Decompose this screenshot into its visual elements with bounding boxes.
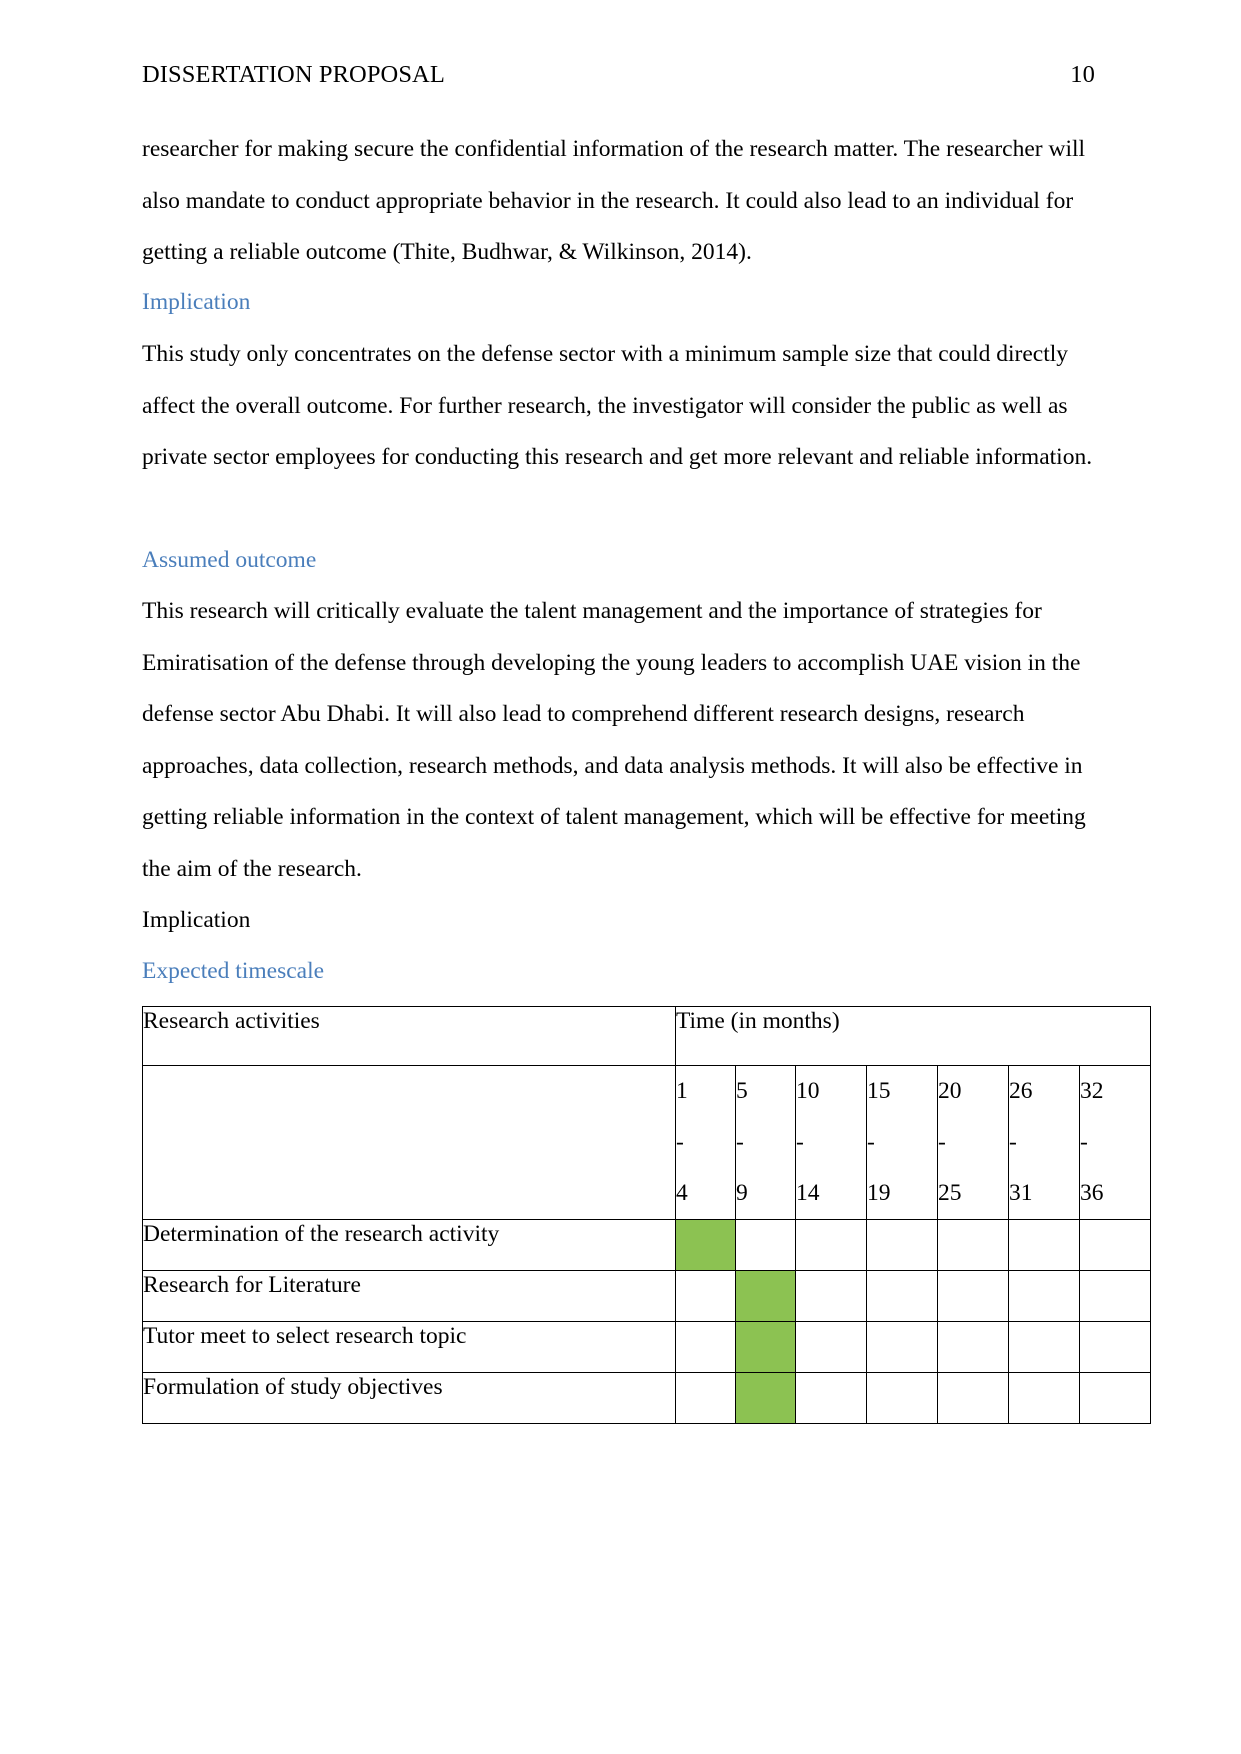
month-range-dash: - bbox=[796, 1129, 804, 1155]
month-range-cell: 26 - 31 bbox=[1008, 1065, 1080, 1220]
header-time-in-months: Time (in months) bbox=[674, 1006, 1152, 1066]
document-page: DISSERTATION PROPOSAL 10 researcher for … bbox=[0, 0, 1241, 1754]
month-range-start: 10 bbox=[796, 1078, 820, 1104]
paragraph-3: This research will critically evaluate t… bbox=[142, 586, 1097, 895]
table-row: Formulation of study objectives bbox=[142, 1372, 1152, 1424]
month-range-cell: 20 - 25 bbox=[937, 1065, 1009, 1220]
running-header: DISSERTATION PROPOSAL 10 bbox=[142, 61, 1097, 89]
heading-expected-timescale: Expected timescale bbox=[142, 958, 325, 984]
activity-label: Determination of the research activity bbox=[142, 1219, 676, 1271]
month-range-start: 32 bbox=[1080, 1078, 1104, 1104]
month-range-stack: 26 - 31 bbox=[1009, 1066, 1079, 1219]
month-range-dash: - bbox=[736, 1129, 744, 1155]
month-range-start: 20 bbox=[938, 1078, 962, 1104]
month-range-dash: - bbox=[1009, 1129, 1017, 1155]
month-range-row-blank-cell bbox=[142, 1065, 676, 1220]
document-title: DISSERTATION PROPOSAL bbox=[142, 61, 445, 88]
month-range-cell: 15 - 19 bbox=[866, 1065, 938, 1220]
paragraph-2: This study only concentrates on the defe… bbox=[142, 329, 1097, 484]
gantt-bar-cell bbox=[937, 1372, 1009, 1424]
month-range-cell: 32 - 36 bbox=[1078, 1065, 1152, 1220]
paragraph-1-text: researcher for making secure the confide… bbox=[142, 136, 1086, 265]
heading-implication: Implication bbox=[142, 289, 251, 315]
gantt-bar-cell bbox=[866, 1321, 938, 1373]
month-range-start: 26 bbox=[1009, 1078, 1033, 1104]
gantt-bar-cell bbox=[795, 1321, 867, 1373]
table-row: Tutor meet to select research topic bbox=[142, 1321, 1152, 1373]
gantt-bar-cell bbox=[937, 1270, 1009, 1322]
month-range-cell: 10 - 14 bbox=[795, 1065, 867, 1220]
gantt-bar-cell bbox=[866, 1219, 938, 1271]
gantt-bar-cell bbox=[795, 1372, 867, 1424]
gantt-bar-cell bbox=[1078, 1372, 1152, 1424]
month-range-end: 4 bbox=[676, 1180, 688, 1206]
gantt-bar-cell bbox=[1078, 1219, 1152, 1271]
gantt-bar-cell bbox=[937, 1219, 1009, 1271]
gantt-bar-cell bbox=[1008, 1372, 1080, 1424]
gantt-bar-cell bbox=[866, 1270, 938, 1322]
month-range-end: 25 bbox=[938, 1180, 962, 1206]
month-range-end: 31 bbox=[1009, 1180, 1033, 1206]
header-research-activities: Research activities bbox=[142, 1006, 676, 1066]
month-range-start: 5 bbox=[736, 1078, 748, 1104]
gantt-bar-cell bbox=[866, 1372, 938, 1424]
month-range-end: 9 bbox=[736, 1180, 748, 1206]
table-row: Research for Literature bbox=[142, 1270, 1152, 1322]
gantt-bar-cell bbox=[675, 1219, 736, 1271]
gantt-bar-cell bbox=[795, 1270, 867, 1322]
month-range-dash: - bbox=[676, 1129, 684, 1155]
gantt-bar-cell bbox=[1008, 1219, 1080, 1271]
month-range-dash: - bbox=[867, 1129, 875, 1155]
gantt-bar-cell bbox=[675, 1321, 736, 1373]
month-range-end: 19 bbox=[867, 1180, 891, 1206]
month-range-start: 1 bbox=[676, 1078, 688, 1104]
heading-assumed-outcome: Assumed outcome bbox=[142, 547, 317, 573]
table-row: Determination of the research activity bbox=[142, 1219, 1152, 1271]
table-month-range-row: 1 - 4 5 - 9 10 - 14 15 - 19 20 - 25 26 -… bbox=[142, 1065, 1152, 1220]
month-range-stack: 15 - 19 bbox=[867, 1066, 937, 1219]
paragraph-1: researcher for making secure the confide… bbox=[142, 124, 1097, 279]
activity-label: Tutor meet to select research topic bbox=[142, 1321, 676, 1373]
gantt-bar-cell bbox=[937, 1321, 1009, 1373]
expected-timescale-table: Research activities Time (in months) 1 -… bbox=[142, 1006, 1152, 1424]
heading-implication-2: Implication bbox=[142, 907, 251, 933]
page-number: 10 bbox=[1070, 61, 1095, 88]
gantt-bar-cell bbox=[735, 1219, 796, 1271]
month-range-cell: 1 - 4 bbox=[675, 1065, 736, 1220]
month-range-dash: - bbox=[938, 1129, 946, 1155]
expected-timescale-table-wrapper: Research activities Time (in months) 1 -… bbox=[142, 1006, 1152, 1424]
gantt-bar-cell bbox=[1008, 1321, 1080, 1373]
activity-label: Formulation of study objectives bbox=[142, 1372, 676, 1424]
month-range-dash: - bbox=[1080, 1129, 1088, 1155]
month-range-start: 15 bbox=[867, 1078, 891, 1104]
month-range-end: 14 bbox=[796, 1180, 820, 1206]
gantt-bar-cell bbox=[1008, 1270, 1080, 1322]
paragraph-2-text: This study only concentrates on the defe… bbox=[142, 341, 1093, 470]
activity-label: Research for Literature bbox=[142, 1270, 676, 1322]
table-header-row: Research activities Time (in months) bbox=[142, 1006, 1152, 1066]
gantt-table-body: Research activities Time (in months) 1 -… bbox=[142, 1006, 1152, 1424]
month-range-stack: 5 - 9 bbox=[736, 1066, 795, 1219]
gantt-bar-cell bbox=[735, 1372, 796, 1424]
month-range-end: 36 bbox=[1080, 1180, 1104, 1206]
paragraph-3-text: This research will critically evaluate t… bbox=[142, 598, 1086, 882]
gantt-bar-cell bbox=[675, 1270, 736, 1322]
gantt-bar-cell bbox=[1078, 1321, 1152, 1373]
month-range-cell: 5 - 9 bbox=[735, 1065, 796, 1220]
gantt-bar-cell bbox=[735, 1270, 796, 1322]
month-range-stack: 10 - 14 bbox=[796, 1066, 866, 1219]
gantt-bar-cell bbox=[675, 1372, 736, 1424]
month-range-stack: 32 - 36 bbox=[1080, 1066, 1150, 1219]
gantt-bar-cell bbox=[735, 1321, 796, 1373]
month-range-stack: 1 - 4 bbox=[676, 1066, 735, 1219]
gantt-bar-cell bbox=[795, 1219, 867, 1271]
gantt-bar-cell bbox=[1078, 1270, 1152, 1322]
month-range-stack: 20 - 25 bbox=[938, 1066, 1008, 1219]
